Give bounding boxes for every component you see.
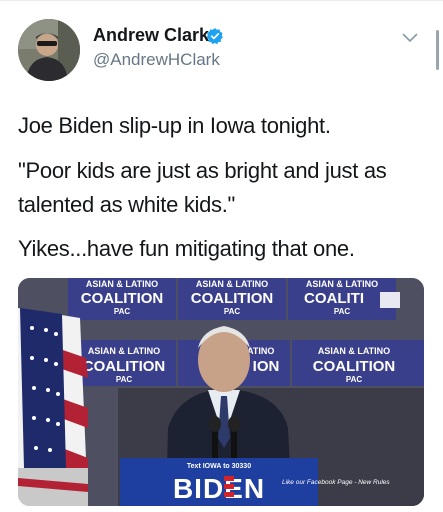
banner-pac-text: PAC	[224, 307, 241, 316]
banner-coalition-text: COALITI	[304, 290, 364, 307]
banner-top-text: ASIAN & LATINO	[86, 279, 158, 289]
video-media[interactable]: ASIAN & LATINO ASIAN & LATINO ASIAN & LA…	[18, 278, 424, 506]
chevron-down-icon[interactable]	[402, 33, 418, 43]
tweet-text-line: "Poor kids are just as bright and just a…	[18, 158, 387, 183]
american-flag	[18, 308, 88, 506]
banner-mid-top-text: ASIAN & LATINO	[88, 346, 160, 356]
banner-top-text: ASIAN & LATINO	[306, 279, 378, 289]
tweet-text-line: Joe Biden slip-up in Iowa tonight.	[18, 113, 331, 138]
banner-mid-pac-text: PAC	[346, 375, 363, 384]
verified-badge-icon	[206, 28, 223, 45]
scrollbar[interactable]	[436, 30, 439, 70]
banner-pac-text: PAC	[334, 307, 351, 316]
tweet-text-line: Yikes...have fun mitigating that one.	[18, 236, 355, 261]
banner-coalition-text: COALITION	[81, 290, 164, 307]
podium-text: Text IOWA to 30330	[187, 463, 251, 470]
banner-mid-pac-text: PAC	[116, 375, 133, 384]
banner-top-text: ASIAN & LATINO	[196, 279, 268, 289]
banner-row-top: ASIAN & LATINO ASIAN & LATINO ASIAN & LA…	[68, 278, 400, 320]
banner-mid-coalition-text: ION	[253, 358, 280, 375]
avatar[interactable]	[18, 19, 80, 81]
sign-patch	[380, 292, 400, 308]
avatar-photo	[18, 19, 80, 81]
tweet-text-line: talented as white kids."	[18, 192, 236, 217]
top-divider	[0, 0, 443, 1]
banner-mid-coalition-text: COALITION	[83, 358, 166, 375]
podium-logo: BIDEN	[173, 473, 265, 504]
banner-mid-top-text: ASIAN & LATINO	[318, 346, 390, 356]
video-frame: ASIAN & LATINO ASIAN & LATINO ASIAN & LA…	[18, 278, 424, 506]
banner-pac-text: PAC	[114, 307, 131, 316]
banner-mid-coalition-text: COALITION	[313, 358, 396, 375]
author-handle[interactable]: @AndrewHClark	[93, 50, 220, 70]
author-name[interactable]: Andrew Clark	[93, 25, 209, 46]
banner-coalition-text: COALITION	[191, 290, 274, 307]
video-caption: Like our Facebook Page - New Rules	[282, 479, 390, 486]
